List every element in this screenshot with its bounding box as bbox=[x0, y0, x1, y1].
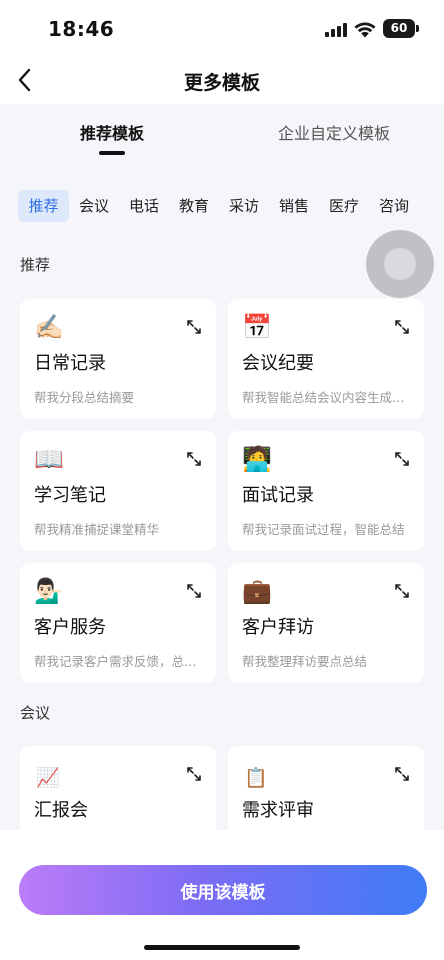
expand-icon[interactable] bbox=[186, 451, 202, 467]
home-indicator bbox=[144, 945, 300, 950]
template-type-tabs: 推荐模板 企业自定义模板 bbox=[0, 104, 444, 158]
expand-icon[interactable] bbox=[394, 319, 410, 335]
category-recommended[interactable]: 推荐 bbox=[18, 190, 69, 222]
briefcase-icon: 💼 bbox=[242, 577, 272, 605]
card-title: 客户拜访 bbox=[242, 617, 314, 638]
expand-icon[interactable] bbox=[394, 766, 410, 782]
card-title: 面试记录 bbox=[242, 485, 314, 506]
battery-tip bbox=[416, 25, 419, 32]
page-title: 更多模板 bbox=[183, 72, 260, 94]
open-book-icon: 📖 bbox=[34, 445, 64, 473]
category-consulting[interactable]: 咨询 bbox=[378, 190, 410, 222]
template-card-customer-visit[interactable]: 💼 客户拜访 帮我整理拜访要点总结 bbox=[228, 563, 424, 683]
template-content[interactable]: 推荐模板 企业自定义模板 推荐 会议 电话 教育 采访 销售 医疗 咨询 推荐 … bbox=[0, 104, 444, 830]
tab-enterprise-templates[interactable]: 企业自定义模板 bbox=[278, 120, 390, 144]
expand-icon[interactable] bbox=[394, 583, 410, 599]
expand-icon[interactable] bbox=[186, 766, 202, 782]
calendar-icon: 📅 bbox=[242, 313, 272, 341]
category-sales[interactable]: 销售 bbox=[278, 190, 310, 222]
nav-bar: 更多模板 bbox=[0, 56, 444, 104]
expand-icon[interactable] bbox=[186, 319, 202, 335]
technologist-icon: 🧑‍💻 bbox=[242, 445, 272, 473]
clipboard-icon: 📋 bbox=[244, 767, 268, 789]
card-description: 帮我智能总结会议内容生成纪要 bbox=[242, 390, 412, 405]
active-tab-indicator bbox=[99, 151, 125, 155]
signal-icon bbox=[325, 23, 347, 37]
template-card-daily-record[interactable]: ✍🏻 日常记录 帮我分段总结摘要 bbox=[20, 299, 216, 419]
template-card-customer-service[interactable]: 💁🏻‍♂️ 客户服务 帮我记录客户需求反馈，总结要点 bbox=[20, 563, 216, 683]
chart-increasing-icon: 📈 bbox=[36, 767, 60, 789]
template-card-requirement-review[interactable]: 📋 需求评审 bbox=[228, 746, 424, 830]
expand-icon[interactable] bbox=[394, 451, 410, 467]
expand-icon[interactable] bbox=[186, 583, 202, 599]
card-title: 会议纪要 bbox=[242, 353, 314, 374]
category-phone[interactable]: 电话 bbox=[128, 190, 160, 222]
card-description: 帮我记录面试过程，智能总结 bbox=[242, 522, 405, 537]
category-interview[interactable]: 采访 bbox=[228, 190, 260, 222]
card-title: 学习笔记 bbox=[34, 485, 106, 506]
bottom-action-bar: 使用该模板 bbox=[0, 830, 444, 960]
status-time: 18:46 bbox=[48, 17, 115, 41]
card-description: 帮我精准捕捉课堂精华 bbox=[34, 522, 160, 537]
card-title: 日常记录 bbox=[34, 353, 106, 374]
category-meeting[interactable]: 会议 bbox=[78, 190, 110, 222]
card-title: 客户服务 bbox=[34, 617, 106, 638]
category-education[interactable]: 教育 bbox=[178, 190, 210, 222]
template-card-interview-record[interactable]: 🧑‍💻 面试记录 帮我记录面试过程，智能总结 bbox=[228, 431, 424, 551]
section-title-meeting: 会议 bbox=[20, 704, 51, 722]
category-medical[interactable]: 医疗 bbox=[328, 190, 360, 222]
section-title-recommended: 推荐 bbox=[20, 256, 51, 274]
status-bar: 18:46 60 bbox=[0, 0, 444, 56]
template-card-report-meeting[interactable]: 📈 汇报会 bbox=[20, 746, 216, 830]
use-template-button[interactable]: 使用该模板 bbox=[19, 865, 427, 915]
card-title: 汇报会 bbox=[34, 800, 88, 821]
writing-hand-icon: ✍🏻 bbox=[34, 313, 64, 341]
assistive-touch-button[interactable] bbox=[366, 230, 434, 298]
category-bar: 推荐 会议 电话 教育 采访 销售 医疗 咨询 bbox=[18, 190, 438, 222]
tab-recommended-templates[interactable]: 推荐模板 bbox=[80, 120, 144, 144]
person-tipping-hand-icon: 💁🏻‍♂️ bbox=[34, 577, 64, 605]
template-card-meeting-minutes[interactable]: 📅 会议纪要 帮我智能总结会议内容生成纪要 bbox=[228, 299, 424, 419]
assistive-touch-inner bbox=[384, 248, 416, 280]
card-description: 帮我记录客户需求反馈，总结要点 bbox=[34, 654, 204, 669]
battery-indicator: 60 bbox=[383, 19, 415, 38]
template-card-study-notes[interactable]: 📖 学习笔记 帮我精准捕捉课堂精华 bbox=[20, 431, 216, 551]
card-description: 帮我整理拜访要点总结 bbox=[242, 654, 368, 669]
card-title: 需求评审 bbox=[242, 800, 314, 821]
card-description: 帮我分段总结摘要 bbox=[34, 390, 135, 405]
wifi-icon bbox=[354, 22, 376, 38]
